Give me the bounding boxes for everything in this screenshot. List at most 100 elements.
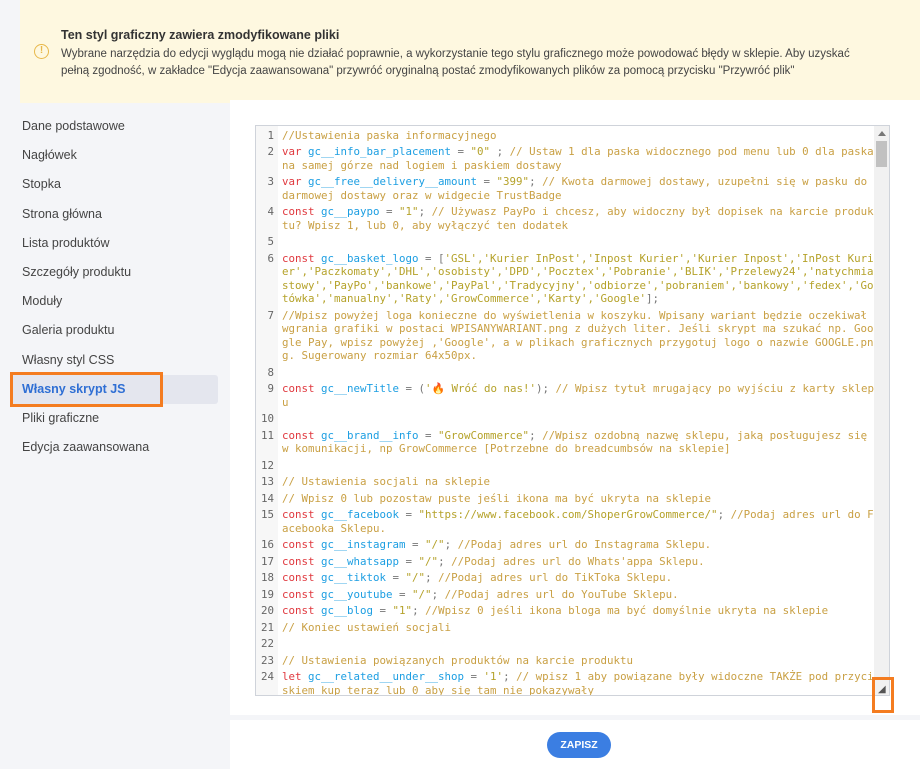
line-number: 4: [267, 205, 274, 218]
code-line: 1 //Ustawienia paska informacyjnego: [256, 127, 876, 144]
code-token: gc__brand__info: [321, 428, 419, 442]
line-number: 3: [267, 175, 274, 188]
sidebar-item[interactable]: Nagłówek: [10, 141, 218, 170]
code-line: 15 const gc__facebook = "https://www.face…: [256, 507, 876, 537]
sidebar-item[interactable]: Moduły: [10, 287, 218, 316]
code-token: //Ustawienia paska informacyjnego: [282, 128, 497, 142]
line-text: [282, 412, 876, 426]
line-text: const gc__tiktok = "/"; //Podaj adres ur…: [282, 571, 876, 585]
code-token: let: [282, 670, 309, 683]
line-number: 2: [267, 145, 274, 158]
code-line: 7 //Wpisz powyżej loga konieczne do wyświ…: [256, 307, 876, 364]
line-number: 18: [260, 571, 274, 584]
line-number: 17: [260, 554, 274, 568]
line-text: // Ustawienia powiązanych produktów na k…: [282, 654, 876, 668]
line-number: 12: [260, 458, 274, 472]
code-token: =: [379, 205, 400, 218]
line-number: 5: [267, 235, 274, 248]
line-number: 9: [267, 382, 274, 395]
code-token: "/": [405, 571, 426, 584]
code-content[interactable]: 1 //Ustawienia paska informacyjnego 2 var g…: [256, 126, 876, 696]
scrollbar[interactable]: [874, 126, 889, 695]
code-token: "/": [425, 538, 445, 551]
code-line: 17 const gc__whatsapp = "/"; //Podaj adre…: [256, 553, 876, 570]
line-text: const gc__basket_logo = ['GSL','Kurier I…: [282, 252, 876, 306]
code-token: // Ustawienia socjali na sklepie: [282, 475, 491, 488]
code-token: ;: [717, 508, 731, 521]
code-token: =: [464, 670, 484, 683]
code-token: ;: [490, 145, 510, 158]
code-token: =: [418, 428, 439, 442]
line-text: //Wpisz powyżej loga konieczne do wyświe…: [282, 309, 876, 363]
line-text: [282, 235, 876, 249]
code-token: // Wpisz 0 lub pozostaw puste jeśli ikon…: [282, 491, 712, 505]
line-text: [282, 366, 876, 380]
code-token: '🔥 Wróć do nas!': [425, 382, 536, 395]
scroll-up-icon[interactable]: [878, 131, 886, 136]
line-number: 7: [267, 308, 274, 322]
line-number: 6: [267, 251, 274, 265]
line-number: 16: [260, 538, 274, 551]
code-line: 20 const gc__blog = "1"; //Wpisz 0 jeśli …: [256, 603, 876, 620]
code-line: 21 // Koniec ustawień socjali: [256, 619, 876, 636]
code-token: ;: [412, 604, 426, 617]
code-token: gc__info_bar_placement: [308, 145, 452, 158]
code-line: 3 var gc__free__delivery__amount = "399";…: [256, 174, 876, 204]
code-line: 19 const gc__youtube = "/"; //Podaj adres…: [256, 586, 876, 603]
sidebar-item[interactable]: Lista produktów: [10, 229, 218, 258]
code-token: = [: [418, 251, 445, 265]
code-token: const: [282, 554, 322, 568]
code-token: //Podaj adres url do TikToka Sklepu.: [438, 571, 673, 584]
line-text: const gc__paypo = "1"; // Używasz PayPo …: [282, 205, 876, 232]
line-text: let gc__related__under__shop = '1'; // w…: [282, 670, 876, 695]
line-number: 22: [260, 637, 274, 650]
code-token: "1": [392, 604, 413, 617]
sidebar-item[interactable]: Szczegóły produktu: [10, 258, 218, 287]
code-line: 23 // Ustawienia powiązanych produktów na…: [256, 652, 876, 669]
code-line: 24 let gc__related__under__shop = '1'; //…: [256, 669, 876, 695]
line-number: 15: [260, 508, 274, 521]
code-editor[interactable]: 1 //Ustawienia paska informacyjnego 2 var g…: [255, 125, 890, 696]
code-token: gc__tiktok: [321, 571, 387, 584]
code-line: 4 const gc__paypo = "1"; // Używasz PayPo…: [256, 204, 876, 234]
code-token: const: [282, 538, 322, 551]
sidebar-item[interactable]: Własny styl CSS: [10, 346, 218, 375]
highlight-resize-handle: [872, 677, 894, 713]
code-token: "https://www.facebook.com/ShoperGrowComm…: [418, 508, 718, 521]
code-token: gc__blog: [321, 604, 374, 617]
code-line: 10: [256, 411, 876, 428]
line-text: const gc__blog = "1"; //Wpisz 0 jeśli ik…: [282, 604, 876, 618]
code-token: var: [282, 145, 309, 158]
line-number: 13: [260, 475, 274, 488]
sidebar-item[interactable]: Pliki graficzne: [10, 404, 218, 433]
code-token: const: [282, 251, 322, 265]
sidebar-item[interactable]: Strona główna: [10, 200, 218, 229]
code-token: gc__whatsapp: [321, 554, 400, 568]
line-text: const gc__instagram = "/"; //Podaj adres…: [282, 538, 876, 552]
scrollbar-thumb[interactable]: [876, 141, 887, 167]
line-text: const gc__newTitle = ('🔥 Wróć do nas!');…: [282, 382, 876, 409]
code-token: =: [477, 175, 497, 188]
line-text: const gc__brand__info = "GrowCommerce"; …: [282, 429, 876, 456]
sidebar-item[interactable]: Galeria produktu: [10, 316, 218, 345]
code-token: ;: [444, 538, 458, 551]
line-text: // Wpisz 0 lub pozostaw puste jeśli ikon…: [282, 492, 876, 506]
sidebar-item[interactable]: Edycja zaawansowana: [10, 433, 218, 462]
sidebar-item[interactable]: Stopka: [10, 170, 218, 199]
save-button[interactable]: ZAPISZ: [547, 732, 611, 758]
line-number: 14: [260, 491, 274, 505]
code-token: =: [373, 604, 393, 617]
line-number: 8: [267, 365, 274, 379]
sidebar-item[interactable]: Dane podstawowe: [10, 112, 218, 141]
warning-icon: !: [34, 44, 49, 59]
code-token: =: [392, 587, 413, 601]
code-token: ];: [646, 292, 660, 305]
line-number: 20: [260, 604, 274, 617]
code-token: "/": [412, 587, 432, 601]
line-number: 11: [260, 428, 274, 442]
line-text: [282, 459, 876, 473]
code-token: "0": [470, 145, 491, 158]
